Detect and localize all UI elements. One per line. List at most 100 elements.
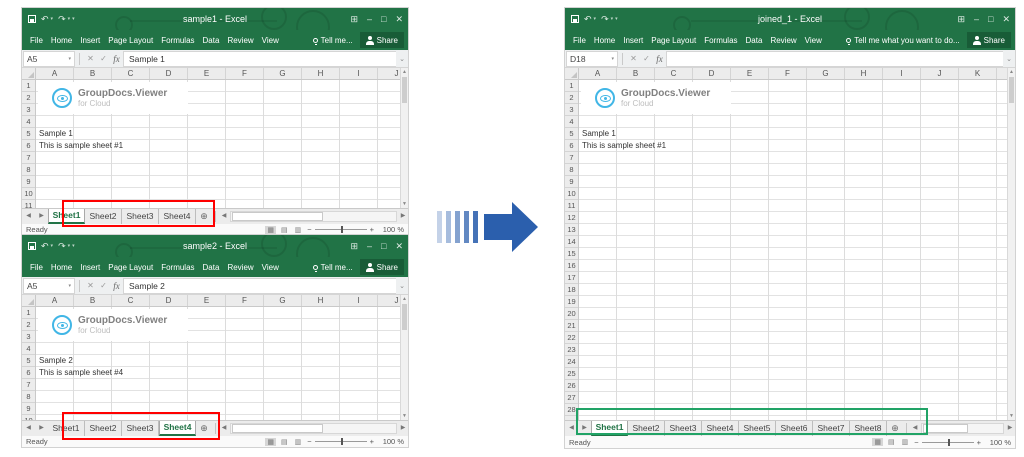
insert-function-icon[interactable]: fx bbox=[110, 54, 123, 64]
page-layout-view-icon[interactable]: ▤ bbox=[279, 226, 290, 234]
select-all-corner[interactable] bbox=[22, 295, 36, 307]
normal-view-icon[interactable]: ▦ bbox=[872, 438, 883, 446]
vertical-scrollbar[interactable]: ▲ ▼ bbox=[400, 68, 408, 208]
row-header[interactable]: 5 bbox=[22, 128, 35, 140]
row-header[interactable]: 4 bbox=[22, 343, 35, 355]
ribbon-tab[interactable]: Data bbox=[203, 263, 220, 272]
sheet-tab[interactable]: Sheet5 bbox=[739, 421, 776, 436]
zoom-in-icon[interactable]: + bbox=[370, 225, 374, 234]
formula-input[interactable] bbox=[666, 51, 1003, 67]
formula-input[interactable]: Sample 1 bbox=[123, 51, 396, 67]
ribbon-tab[interactable]: Insert bbox=[80, 36, 100, 45]
sheet-tab[interactable]: Sheet2 bbox=[628, 421, 665, 436]
grid-cells[interactable]: GroupDocs.Viewer for Cloud Sample 1 This… bbox=[36, 80, 400, 208]
column-header[interactable]: A bbox=[36, 295, 74, 306]
scrollbar-thumb[interactable] bbox=[232, 212, 323, 221]
minimize-icon[interactable]: – bbox=[367, 14, 372, 24]
column-header[interactable]: I bbox=[340, 68, 378, 79]
row-header[interactable]: 6 bbox=[565, 140, 578, 152]
tab-scroll-right-icon[interactable]: ▶ bbox=[35, 209, 48, 224]
tell-me-box[interactable]: Tell me... bbox=[313, 263, 353, 272]
zoom-slider-thumb[interactable] bbox=[948, 439, 950, 446]
row-header[interactable]: 12 bbox=[565, 212, 578, 224]
column-header[interactable]: D bbox=[150, 295, 188, 306]
tab-scroll-right-icon[interactable]: ▶ bbox=[578, 421, 591, 436]
row-header[interactable]: 9 bbox=[565, 176, 578, 188]
sheet-tab[interactable]: Sheet6 bbox=[776, 421, 813, 436]
select-all-corner[interactable] bbox=[565, 68, 579, 80]
ribbon-tab[interactable]: File bbox=[573, 36, 586, 45]
ribbon-tab[interactable]: Review bbox=[227, 36, 253, 45]
row-header[interactable]: 24 bbox=[565, 356, 578, 368]
hscroll-left-icon[interactable]: ◀ bbox=[910, 421, 920, 436]
row-header[interactable]: 27 bbox=[565, 392, 578, 404]
row-header[interactable]: 20 bbox=[565, 308, 578, 320]
name-box-dropdown-icon[interactable]: ▾ bbox=[611, 56, 614, 62]
column-header[interactable]: F bbox=[769, 68, 807, 79]
horizontal-scrollbar[interactable] bbox=[921, 423, 1004, 434]
row-header[interactable]: 11 bbox=[22, 200, 35, 208]
row-header[interactable]: 9 bbox=[22, 176, 35, 188]
normal-view-icon[interactable]: ▦ bbox=[265, 438, 276, 446]
ribbon-tab[interactable]: Data bbox=[746, 36, 763, 45]
page-layout-view-icon[interactable]: ▤ bbox=[279, 438, 290, 446]
sheet-tab[interactable]: Sheet7 bbox=[813, 421, 850, 436]
column-header[interactable]: F bbox=[226, 68, 264, 79]
ribbon-tab[interactable]: File bbox=[30, 36, 43, 45]
share-button[interactable]: Share bbox=[360, 259, 404, 275]
column-header[interactable]: H bbox=[302, 295, 340, 306]
share-button[interactable]: Share bbox=[967, 32, 1011, 48]
tab-scroll-right-icon[interactable]: ▶ bbox=[35, 421, 48, 436]
close-icon[interactable]: ✕ bbox=[395, 241, 403, 252]
ribbon-tab[interactable]: Page Layout bbox=[108, 36, 153, 45]
ribbon-tab[interactable]: View bbox=[262, 36, 279, 45]
zoom-out-icon[interactable]: − bbox=[914, 438, 918, 447]
row-header[interactable]: 8 bbox=[22, 391, 35, 403]
ribbon-tab[interactable]: View bbox=[805, 36, 822, 45]
column-header[interactable]: J bbox=[921, 68, 959, 79]
ribbon-tab[interactable]: Page Layout bbox=[651, 36, 696, 45]
name-box[interactable]: A5 ▾ bbox=[23, 51, 75, 67]
zoom-in-icon[interactable]: + bbox=[977, 438, 981, 447]
vertical-scrollbar[interactable]: ▲ ▼ bbox=[400, 295, 408, 420]
cell-a5[interactable]: Sample 1 bbox=[39, 129, 73, 138]
ribbon-tab[interactable]: Insert bbox=[623, 36, 643, 45]
page-break-view-icon[interactable]: ▥ bbox=[293, 226, 304, 234]
row-header[interactable]: 17 bbox=[565, 272, 578, 284]
zoom-slider[interactable] bbox=[315, 229, 367, 230]
column-header[interactable]: C bbox=[112, 68, 150, 79]
row-header[interactable]: 26 bbox=[565, 380, 578, 392]
sheet-tab[interactable]: Sheet1 bbox=[48, 421, 85, 436]
ribbon-tab[interactable]: Insert bbox=[80, 263, 100, 272]
column-header[interactable]: A bbox=[36, 68, 74, 79]
row-header[interactable]: 7 bbox=[22, 152, 35, 164]
column-header[interactable]: J bbox=[378, 68, 400, 79]
row-header[interactable]: 15 bbox=[565, 248, 578, 260]
row-header[interactable]: 3 bbox=[22, 331, 35, 343]
hscroll-right-icon[interactable]: ▶ bbox=[398, 421, 408, 436]
row-header[interactable]: 9 bbox=[22, 403, 35, 415]
formula-expand-icon[interactable]: ⌄ bbox=[396, 282, 408, 290]
ribbon-options-icon[interactable]: ⊞ bbox=[350, 14, 358, 25]
column-header[interactable]: E bbox=[188, 295, 226, 306]
cell-a5[interactable]: Sample 1 bbox=[582, 129, 616, 138]
row-header[interactable]: 5 bbox=[22, 355, 35, 367]
new-sheet-icon[interactable]: ⊕ bbox=[887, 421, 903, 436]
share-button[interactable]: Share bbox=[360, 32, 404, 48]
zoom-out-icon[interactable]: − bbox=[307, 437, 311, 446]
vertical-scrollbar[interactable]: ▲ ▼ bbox=[1007, 68, 1015, 420]
scroll-up-icon[interactable]: ▲ bbox=[401, 295, 408, 303]
sheet-tab[interactable]: Sheet2 bbox=[85, 209, 122, 224]
ribbon-tab[interactable]: Home bbox=[51, 263, 72, 272]
column-header[interactable]: A bbox=[579, 68, 617, 79]
cancel-icon[interactable]: ✕ bbox=[84, 281, 97, 290]
row-header[interactable]: 16 bbox=[565, 260, 578, 272]
row-header[interactable]: 2 bbox=[565, 92, 578, 104]
zoom-level[interactable]: 100 % bbox=[378, 437, 404, 446]
column-header[interactable]: C bbox=[112, 295, 150, 306]
column-header[interactable]: H bbox=[302, 68, 340, 79]
sheet-tab[interactable]: Sheet3 bbox=[665, 421, 702, 436]
row-header[interactable]: 19 bbox=[565, 296, 578, 308]
column-header[interactable]: D bbox=[150, 68, 188, 79]
ribbon-tab[interactable]: Formulas bbox=[704, 36, 737, 45]
